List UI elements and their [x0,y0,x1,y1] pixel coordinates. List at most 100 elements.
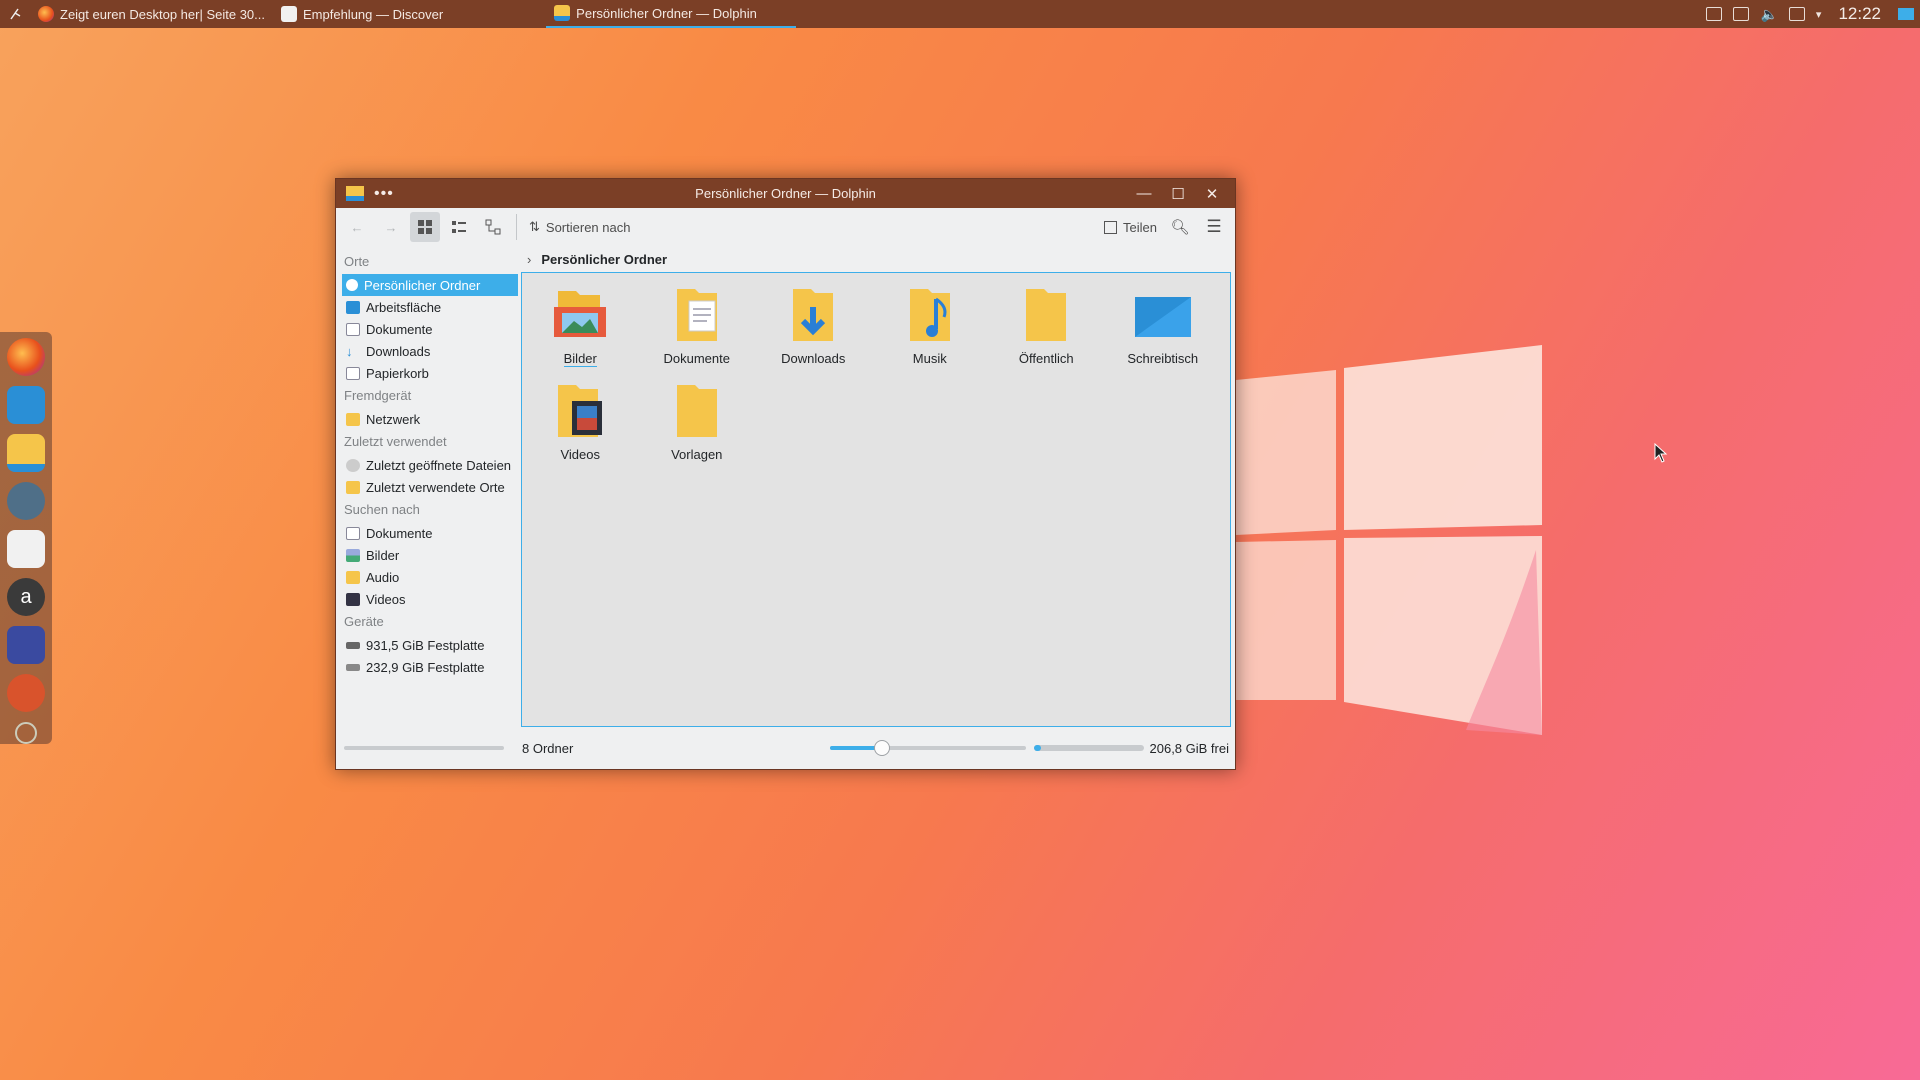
sort-by-button[interactable]: ⇅ Sortieren nach [525,212,634,242]
hamburger-menu-icon: ☰ [1206,217,1222,236]
places-item-search-videos[interactable]: Videos [342,588,518,610]
hard-disk-icon [346,641,360,649]
clock-launcher-icon[interactable] [15,722,37,744]
notifications-icon[interactable] [1706,7,1723,21]
main-view: › Persönlicher Ordner Bilder Dokumente D… [521,246,1235,733]
taskbar-item-label: Empfehlung — Discover [303,6,444,22]
volume-icon[interactable]: 🔈 [1760,6,1777,23]
zoom-slider[interactable] [829,740,1026,756]
places-item-documents[interactable]: Dokumente [342,318,518,340]
app-launcher-button[interactable] [0,0,30,28]
places-item-label: Dokumente [366,525,433,541]
back-button[interactable]: ← [342,212,372,242]
trash-icon [346,366,360,380]
close-button[interactable]: ✕ [1197,182,1227,206]
left-dock: a [0,332,52,744]
folder-item-videos[interactable]: Videos [522,381,639,477]
taskbar-item-firefox[interactable]: Zeigt euren Desktop her| Seite 30... [30,0,273,28]
search-button[interactable]: 🔍︎ [1165,212,1195,242]
window-titlebar[interactable]: ••• Persönlicher Ordner — Dolphin — ☐ ✕ [336,179,1235,208]
image-icon [346,548,360,562]
places-item-search-audio[interactable]: Audio [342,566,518,588]
folder-downloads-icon [793,289,834,341]
more-options-icon[interactable]: ••• [374,185,394,203]
compact-view-button[interactable] [444,212,474,242]
places-item-label: 931,5 GiB Festplatte [366,637,485,653]
folder-public-icon [1026,289,1067,341]
dolphin-window: ••• Persönlicher Ordner — Dolphin — ☐ ✕ … [335,178,1236,770]
breadcrumb-item[interactable]: Persönlicher Ordner [541,252,667,267]
places-item-recent-files[interactable]: Zuletzt geöffnete Dateien [342,454,518,476]
disk-space-bar [1033,745,1144,751]
places-item-desktop[interactable]: Arbeitsfläche [342,296,518,318]
folder-item-vorlagen[interactable]: Vorlagen [639,381,756,477]
wallpaper-logo [1236,345,1542,735]
mail-launcher-icon[interactable] [7,386,45,424]
folder-item-oeffentlich[interactable]: Öffentlich [988,285,1105,381]
folder-item-downloads[interactable]: Downloads [755,285,872,381]
taskbar-item-dolphin[interactable]: Persönlicher Ordner — Dolphin [546,0,797,28]
firefox-launcher-icon[interactable] [7,338,45,376]
settings-launcher-icon[interactable] [7,482,45,520]
clock[interactable]: 12:22 [1838,4,1881,24]
places-item-recent-places[interactable]: Zuletzt verwendete Orte [342,476,518,498]
folder-item-schreibtisch[interactable]: Schreibtisch [1105,285,1222,381]
video-launcher-icon[interactable] [7,626,45,664]
places-scrollbar[interactable] [344,746,504,750]
folder-item-dokumente[interactable]: Dokumente [639,285,756,381]
icons-view-button[interactable] [410,212,440,242]
details-view-button[interactable] [478,212,508,242]
folder-desktop-icon [1134,297,1191,337]
search-icon: 🔍︎ [1170,219,1190,236]
taskbar-item-discover[interactable]: Empfehlung — Discover [273,0,451,28]
taskbar-item-label: Persönlicher Ordner — Dolphin [576,5,757,21]
folder-item-musik[interactable]: Musik [872,285,989,381]
forward-button[interactable]: → [376,212,406,242]
screenshot-launcher-icon[interactable] [7,674,45,712]
breadcrumb[interactable]: › Persönlicher Ordner [521,246,1231,272]
system-tray: 🔈 ▾ 12:22 [1706,4,1920,24]
folder-label: Videos [560,447,600,462]
places-item-label: Zuletzt geöffnete Dateien [366,457,512,473]
places-section-title: Fremdgerät [344,388,412,403]
free-space-label: 206,8 GiB frei [1149,740,1230,756]
share-label: Teilen [1123,219,1157,235]
window-title: Persönlicher Ordner — Dolphin [695,186,876,201]
sort-icon: ⇅ [529,219,540,234]
menu-button[interactable]: ☰ [1199,212,1229,242]
places-item-trash[interactable]: Papierkorb [342,362,518,384]
share-button[interactable]: Teilen [1100,212,1161,242]
video-icon [346,592,360,606]
places-item-home[interactable]: Persönlicher Ordner [342,274,518,296]
zoom-slider-handle[interactable] [874,740,891,756]
status-bar: 8 Ordner 206,8 GiB frei [336,733,1235,763]
discover-launcher-icon[interactable] [7,530,45,568]
places-item-search-documents[interactable]: Dokumente [342,522,518,544]
file-view[interactable]: Bilder Dokumente Downloads Musik Öffentl… [521,272,1231,727]
places-item-label: Dokumente [366,321,433,337]
network-icon[interactable] [1788,7,1805,21]
chevron-right-icon[interactable]: › [527,252,531,267]
places-item-search-images[interactable]: Bilder [342,544,518,566]
document-icon [346,526,360,540]
amazon-launcher-icon[interactable]: a [7,578,45,616]
files-launcher-icon[interactable] [7,434,45,472]
folder-icon [346,480,360,494]
show-desktop-icon[interactable] [1898,8,1914,20]
places-item-disk-1[interactable]: 931,5 GiB Festplatte [342,634,518,656]
places-item-label: Downloads [366,343,431,359]
dolphin-app-icon[interactable] [346,186,364,201]
maximize-button[interactable]: ☐ [1163,182,1193,206]
places-item-network[interactable]: Netzwerk [342,408,518,430]
places-item-label: Papierkorb [366,365,429,381]
folder-label: Musik [912,351,947,366]
icons-view-icon [418,220,432,234]
minimize-button[interactable]: — [1129,182,1159,206]
clipboard-icon[interactable] [1733,7,1750,21]
folder-documents-icon [676,289,717,341]
folder-item-bilder[interactable]: Bilder [522,285,639,381]
places-item-downloads[interactable]: ↓ Downloads [342,340,518,362]
folder-label: Öffentlich [1018,351,1074,366]
chevron-down-icon[interactable]: ▾ [1816,8,1822,21]
places-item-disk-2[interactable]: 232,9 GiB Festplatte [342,656,518,678]
